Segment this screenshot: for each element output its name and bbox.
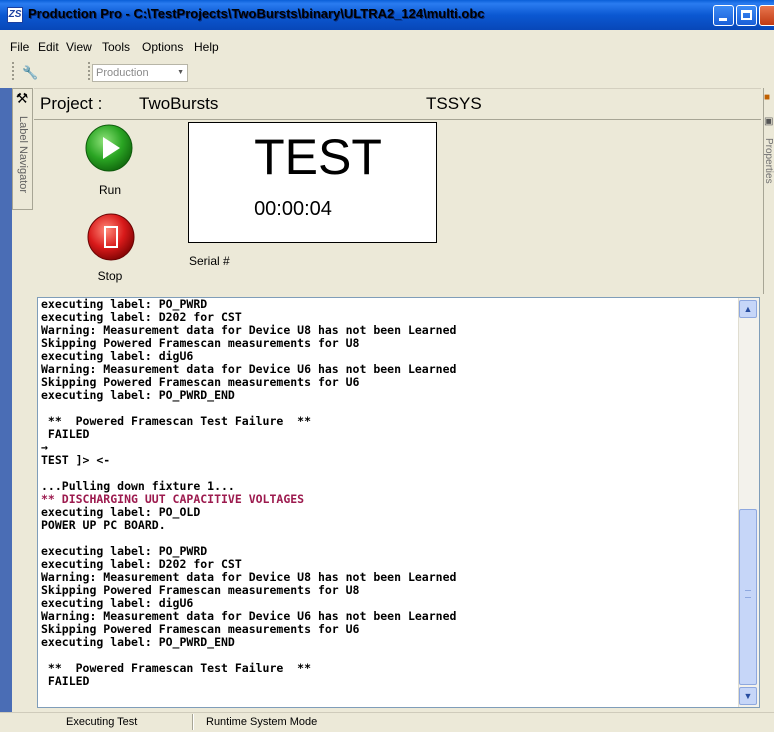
document-icon[interactable]: ▣: [764, 116, 773, 127]
window-title: Production Pro - C:\TestProjects\TwoBurs…: [28, 6, 485, 21]
status-mode: Runtime System Mode: [206, 716, 318, 728]
minimize-icon: [719, 18, 727, 21]
console-line: ** Powered Framescan Test Failure **: [41, 661, 312, 675]
menu-options[interactable]: Options: [142, 40, 183, 54]
console-line: executing label: PO_PWRD_END: [41, 635, 235, 649]
scroll-up-button[interactable]: ▲: [739, 300, 757, 318]
mode-select[interactable]: Production ▼: [92, 64, 188, 82]
wrench-hammer-icon[interactable]: 🔧: [22, 65, 40, 81]
maximize-button[interactable]: [736, 5, 757, 26]
stop-icon: [87, 213, 135, 261]
elapsed-time: 00:00:04: [254, 198, 332, 220]
system-name: TSSYS: [426, 94, 482, 113]
project-label: Project :: [40, 94, 103, 113]
minimize-button[interactable]: [713, 5, 734, 26]
tools-icon[interactable]: ⚒: [12, 90, 32, 108]
console-line: TEST ]> <-: [41, 453, 111, 467]
mode-select-value: Production: [96, 67, 149, 79]
console-line: executing label: PO_PWRD_END: [41, 388, 235, 402]
chevron-down-icon: ▼: [177, 69, 184, 76]
status-executing: Executing Test: [66, 716, 138, 728]
menu-file[interactable]: File: [10, 40, 29, 54]
left-edge: [0, 88, 12, 712]
toolbar-grip[interactable]: [12, 62, 15, 80]
run-label[interactable]: Run: [82, 183, 138, 197]
console-output[interactable]: executing label: PO_PWRD executing label:…: [37, 297, 760, 708]
console-lines: executing label: PO_PWRD executing label:…: [41, 298, 736, 688]
project-name: TwoBursts: [139, 94, 219, 113]
console-line: FAILED: [41, 674, 90, 688]
scroll-down-button[interactable]: ▼: [739, 687, 757, 705]
maximize-icon: [741, 10, 752, 20]
stop-label[interactable]: Stop: [82, 269, 138, 283]
close-button[interactable]: [759, 5, 774, 26]
console-line: FAILED: [41, 427, 90, 441]
play-icon: [85, 124, 133, 172]
properties-icon[interactable]: ■: [764, 92, 770, 103]
menu-view[interactable]: View: [66, 40, 92, 54]
menu-help[interactable]: Help: [194, 40, 219, 54]
toolbar-grip[interactable]: [88, 62, 91, 80]
console-line: POWER UP PC BOARD.: [41, 518, 166, 532]
app-icon[interactable]: ZS: [7, 7, 23, 23]
scroll-grip-icon: [745, 590, 751, 598]
menu-edit[interactable]: Edit: [38, 40, 59, 54]
menu-tools[interactable]: Tools: [102, 40, 130, 54]
menu-bar: File Edit View Tools Options Help: [0, 30, 774, 56]
status-divider: [192, 714, 194, 730]
console-line: ** Powered Framescan Test Failure **: [41, 414, 312, 428]
serial-label: Serial #: [189, 254, 230, 268]
console-line: →: [41, 440, 48, 454]
properties-label[interactable]: Properties: [764, 138, 774, 198]
label-navigator-label[interactable]: Label Navigator: [14, 116, 32, 206]
test-state: TEST: [254, 129, 382, 185]
